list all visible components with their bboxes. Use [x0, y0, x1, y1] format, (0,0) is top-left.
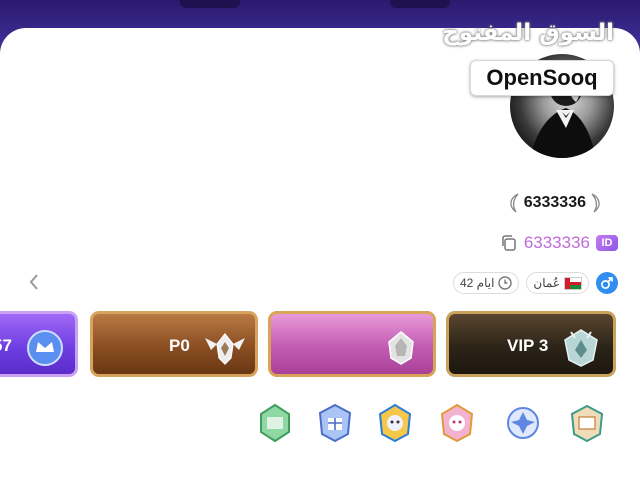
- header-notch: [390, 0, 450, 8]
- medal-row: [255, 402, 625, 446]
- level-card-p0[interactable]: P0: [90, 311, 258, 377]
- shield-badge-icon: [388, 331, 414, 365]
- days-label: 42 ايام: [459, 276, 495, 290]
- copy-icon[interactable]: [500, 234, 518, 252]
- header-notch: [180, 0, 240, 8]
- deer-badge-icon: [564, 329, 598, 367]
- clock-icon: [498, 276, 513, 290]
- cat-gold-medal-icon[interactable]: [375, 402, 415, 444]
- user-id-row: 6333336 ID: [500, 232, 618, 254]
- blue-flower-medal-icon[interactable]: [503, 402, 543, 444]
- green-gem-medal-icon[interactable]: [255, 402, 295, 444]
- level-card-pink[interactable]: [268, 311, 436, 377]
- username-row: 6333336: [506, 190, 604, 216]
- wings-badge-icon: [205, 333, 245, 365]
- wing-icon: [591, 193, 600, 213]
- country-label: عُمان: [533, 276, 560, 290]
- info-row: 42 ايام عُمان: [452, 271, 618, 295]
- country-chip: عُمان: [526, 272, 589, 294]
- male-icon: [596, 272, 618, 294]
- id-badge-icon: ID: [596, 235, 618, 251]
- blue-gift-medal-icon[interactable]: [315, 402, 355, 444]
- watermark-brand: OpenSooq: [470, 60, 614, 96]
- oman-flag-icon: [564, 276, 582, 290]
- watermark-arabic: السوق المفتوح: [442, 20, 614, 46]
- wing-icon: [510, 193, 519, 213]
- days-chip: 42 ايام: [452, 272, 520, 294]
- crown-badge-icon: [27, 330, 63, 366]
- username: 6333336: [523, 194, 586, 211]
- user-id-value: 6333336: [523, 233, 590, 252]
- chevron-left-icon[interactable]: [26, 272, 42, 292]
- level-card-vip[interactable]: VIP 3: [446, 311, 616, 377]
- level-card-label: 57: [0, 336, 12, 355]
- level-card-label: VIP 3: [507, 336, 549, 355]
- pink-gold-medal-icon[interactable]: [437, 402, 477, 444]
- scroll-medal-icon[interactable]: [567, 402, 607, 444]
- level-card-purple[interactable]: 57: [0, 311, 78, 377]
- level-card-label: P0: [169, 336, 190, 355]
